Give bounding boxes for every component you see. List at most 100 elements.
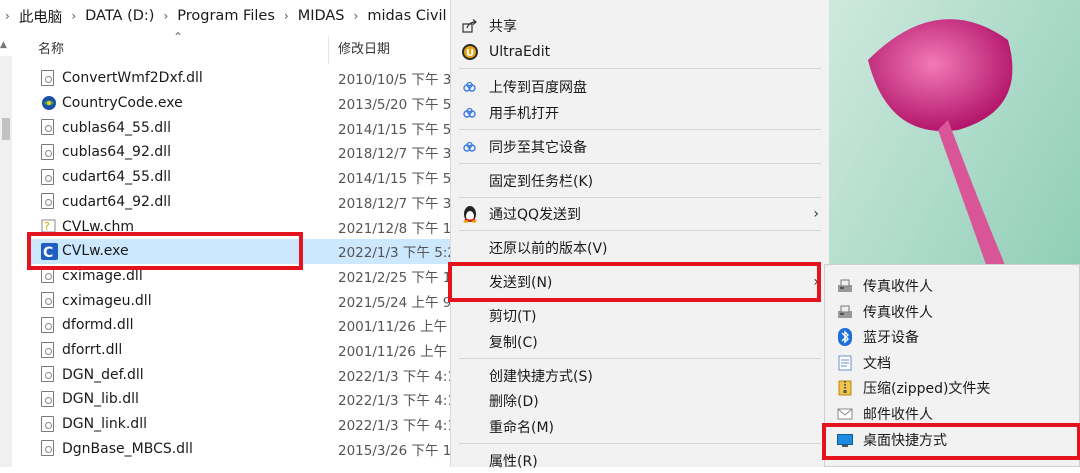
file-explorer: › 此电脑 › DATA (D:) › Program Files › MIDA… [0,0,456,467]
dll-file-icon [41,193,55,210]
menu-item-label: 重命名(M) [489,420,555,436]
menu-item-delete[interactable]: 删除(D) [451,389,829,413]
file-name: dforrt.dll [62,342,123,359]
dll-file-icon [41,316,55,334]
dll-file-icon [41,119,55,136]
context-menu: 共享 U UltraEdit 上传到百度网盘 用手机打开 同步至其它设备 固定到… [448,0,829,470]
menu-item-sync-devices[interactable]: 同步至其它设备 [451,135,829,159]
file-date: 2014/1/15 下午 5 [338,121,452,138]
submenu-item-bluetooth[interactable]: 蓝牙设备 [825,325,1080,349]
file-row[interactable]: DGN_def.dll 2022/1/3 下午 4:1 [28,362,456,387]
file-date: 2014/1/15 下午 5 [338,171,452,188]
file-row[interactable]: DGN_lib.dll 2022/1/3 下午 4:1 [28,387,456,412]
menu-item-label: 用手机打开 [489,106,559,122]
dll-file-icon [41,390,55,408]
submenu-item-label: 传真收件人 [863,305,933,321]
file-date: 2022/1/3 下午 4:1 [338,418,456,435]
file-date: 2021/5/24 上午 9 [338,294,452,311]
submenu-item-zip-folder[interactable]: 压缩(zipped)文件夹 [825,376,1080,400]
column-header-name[interactable]: 名称 [38,36,328,64]
file-name: DGN_link.dll [62,416,147,433]
file-row[interactable]: DgnBase_MBCS.dll 2015/3/26 下午 1 [28,437,452,462]
menu-separator [459,129,821,130]
submenu-item-fax-recipient[interactable]: 传真收件人 [825,300,1080,324]
dll-file-icon [41,292,55,309]
chevron-right-icon: › [813,206,819,222]
file-date: 2022/1/3 下午 4:1 [338,393,456,410]
file-row[interactable]: dformd.dll 2001/11/26 上午 [28,313,450,338]
file-row[interactable]: cublas64_55.dll 2014/1/15 下午 5 [28,115,452,140]
file-date: 2018/12/7 下午 3 [338,195,452,212]
column-divider[interactable] [328,36,329,64]
breadcrumb: › 此电脑 › DATA (D:) › Program Files › MIDA… [0,0,450,32]
file-name: CountryCode.exe [62,95,183,112]
breadcrumb-item-program-files[interactable]: Program Files [177,8,275,24]
fax-icon [836,278,854,294]
file-row[interactable]: cublas64_92.dll 2018/12/7 下午 3 [28,140,451,165]
file-row[interactable]: CountryCode.exe 2013/5/20 下午 5 [28,91,451,116]
file-row[interactable]: ConvertWmf2Dxf.dll 2010/10/5 下午 3 [28,66,452,91]
file-date: 2001/11/26 上午 [338,319,448,336]
menu-item-label: 同步至其它设备 [489,140,587,156]
submenu-item-fax-recipient[interactable]: 传真收件人 [825,274,1080,298]
menu-item-create-shortcut[interactable]: 创建快捷方式(S) [451,364,829,388]
menu-item-rename[interactable]: 重命名(M) [451,415,829,439]
share-icon [461,17,479,35]
dll-file-icon [41,341,55,359]
menu-item-ultraedit[interactable]: U UltraEdit [451,40,829,64]
menu-item-pin-taskbar[interactable]: 固定到任务栏(K) [451,169,829,193]
menu-separator [459,68,821,69]
menu-item-label: 还原以前的版本(V) [489,241,608,257]
menu-separator [459,197,821,198]
breadcrumb-item-data-drive[interactable]: DATA (D:) [85,8,154,24]
menu-item-share[interactable]: 共享 [451,14,829,38]
menu-item-label: 固定到任务栏(K) [489,174,594,190]
submenu-item-label: 蓝牙设备 [863,330,919,346]
chevron-right-icon: › [353,9,359,23]
menu-item-upload-baidu[interactable]: 上传到百度网盘 [451,75,829,99]
file-name: cximage.dll [62,267,143,284]
file-name: DGN_lib.dll [62,391,139,408]
file-row[interactable]: DGN_link.dll 2022/1/3 下午 4:1 [28,412,456,437]
column-header-date[interactable]: 修改日期 [338,36,450,64]
submenu-item-label: 压缩(zipped)文件夹 [863,381,991,397]
menu-item-label: 属性(R) [489,454,538,470]
svg-text:U: U [466,48,474,59]
file-row[interactable]: cudart64_55.dll 2014/1/15 下午 5 [28,165,452,190]
vertical-scrollbar[interactable] [0,56,12,467]
breadcrumb-item-midas-civil[interactable]: midas Civil [367,8,446,24]
scroll-up-button[interactable]: ▲ [0,40,12,54]
breadcrumb-item-this-pc[interactable]: 此电脑 [19,6,63,27]
menu-item-label: 上传到百度网盘 [489,80,587,96]
scrollbar-thumb[interactable] [2,118,10,140]
menu-separator [459,230,821,231]
menu-item-send-via-qq[interactable]: 通过QQ发送到 › [451,202,829,226]
file-date: 2010/10/5 下午 3 [338,72,452,89]
file-name: cublas64_92.dll [62,144,171,161]
submenu-item-label: 文档 [863,356,891,372]
highlight-box-send-to [448,262,821,302]
menu-item-open-on-phone[interactable]: 用手机打开 [451,101,829,125]
breadcrumb-item-midas[interactable]: MIDAS [298,8,345,24]
zip-folder-icon [836,380,854,396]
menu-item-properties[interactable]: 属性(R) [451,449,829,473]
dll-file-icon [41,440,55,457]
menu-item-restore-versions[interactable]: 还原以前的版本(V) [451,236,829,260]
file-row[interactable]: cximageu.dll 2021/5/24 上午 9 [28,288,452,313]
file-date: 2015/3/26 下午 1 [338,442,452,459]
file-date: 2021/2/25 下午 1 [338,269,452,286]
menu-item-label: 剪切(T) [489,309,537,325]
file-name: cudart64_55.dll [62,169,172,186]
baidu-cloud-icon [461,78,479,96]
file-row[interactable]: dforrt.dll 2001/11/26 上午 [28,338,450,363]
file-date: 2001/11/26 上午 [338,344,448,361]
menu-item-label: 创建快捷方式(S) [489,369,593,385]
mail-icon [836,406,854,422]
submenu-item-documents[interactable]: 文档 [825,351,1080,375]
send-to-submenu: 传真收件人 传真收件人 蓝牙设备 文档 压缩(zipped)文件夹 邮件收件人 [822,264,1080,467]
file-row[interactable]: cudart64_92.dll 2018/12/7 下午 3 [28,190,452,215]
menu-item-cut[interactable]: 剪切(T) [451,304,829,328]
menu-item-copy[interactable]: 复制(C) [451,330,829,354]
dll-file-icon [41,143,55,161]
file-date: 2022/1/3 下午 5:2 [338,245,456,262]
